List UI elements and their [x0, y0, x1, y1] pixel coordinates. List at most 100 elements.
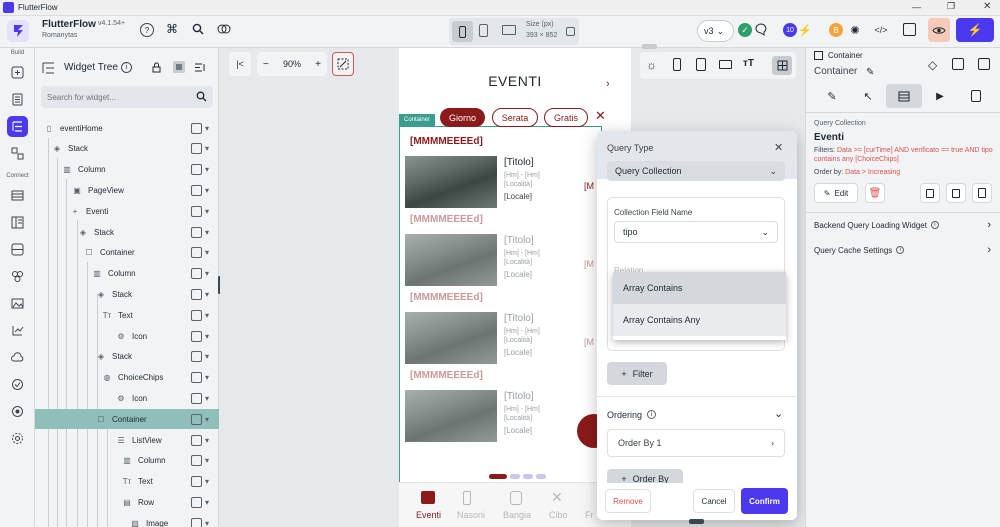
cancel-button[interactable]: Cancel	[693, 489, 735, 513]
widget-tree-icon[interactable]	[7, 116, 28, 137]
collapse-panel-icon[interactable]: |<	[229, 52, 251, 76]
chip-gratis[interactable]: Gratis	[544, 108, 588, 127]
option-array-contains[interactable]: Array Contains	[613, 272, 786, 304]
caret-down-icon[interactable]: ▾	[205, 456, 209, 465]
caret-down-icon[interactable]: ▾	[205, 394, 209, 403]
edit-name-icon[interactable]: ✎	[866, 67, 874, 78]
tree-item-column[interactable]: ▥ Column ▾	[35, 160, 219, 180]
tree-item-image[interactable]: ▨ Image ▾	[35, 513, 219, 527]
caret-down-icon[interactable]: ▾	[205, 311, 209, 320]
search-icon[interactable]	[192, 23, 204, 35]
grid-toggle-icon[interactable]	[772, 56, 792, 75]
option-array-contains-any[interactable]: Array Contains Any	[613, 304, 786, 336]
add-child-icon[interactable]	[190, 413, 202, 425]
check-status-icon[interactable]: ✓	[738, 23, 752, 37]
tests-icon[interactable]	[7, 374, 28, 395]
storage-icon[interactable]	[7, 239, 28, 260]
components-icon[interactable]	[7, 143, 28, 164]
edit-query-button[interactable]: ✎ Edit	[814, 183, 858, 203]
theme-icon[interactable]	[7, 401, 28, 422]
nav-fr[interactable]: Fr	[585, 510, 594, 520]
sort-icon[interactable]	[194, 62, 206, 73]
caret-down-icon[interactable]: ▾	[205, 269, 209, 278]
copy-size-icon[interactable]	[566, 27, 575, 36]
query-settings-icon[interactable]	[972, 183, 992, 203]
calendar-icon[interactable]	[421, 491, 435, 504]
page-indicator-active[interactable]	[489, 474, 507, 479]
info-icon[interactable]: i	[121, 62, 132, 73]
tab-actions-icon[interactable]: ↖	[850, 84, 886, 108]
schema-icon[interactable]	[7, 212, 28, 233]
tree-item-eventihome[interactable]: ▯ eventiHome ▾	[35, 118, 219, 138]
event-image[interactable]	[405, 312, 497, 364]
minimize-icon[interactable]: —	[912, 2, 921, 12]
nav-eventi[interactable]: Eventi	[416, 510, 441, 520]
tree-item-stack[interactable]: ◈ Stack ▾	[35, 347, 219, 367]
maximize-icon[interactable]: ❐	[947, 1, 955, 12]
caret-down-icon[interactable]: ▾	[205, 186, 209, 195]
run-button[interactable]: ⚡	[956, 18, 994, 42]
tree-item-listview[interactable]: ☰ ListView ▾	[35, 430, 219, 450]
caret-down-icon[interactable]: ▾	[205, 165, 209, 174]
cache-settings-row[interactable]: Query Cache Settings i ›	[806, 238, 1000, 262]
desktop-device-icon[interactable]	[502, 25, 516, 35]
event-image[interactable]	[405, 390, 497, 442]
add-child-icon[interactable]	[190, 164, 202, 176]
add-child-icon[interactable]	[190, 143, 202, 155]
chevron-right-icon[interactable]: ›	[606, 78, 610, 90]
media-icon[interactable]	[7, 293, 28, 314]
bug-icon[interactable]: ✺	[848, 23, 862, 37]
version-select[interactable]: v3 ⌄	[697, 20, 734, 42]
chip-serata[interactable]: Serata	[492, 108, 538, 127]
add-child-icon[interactable]	[190, 496, 202, 508]
tab-properties-icon[interactable]: ✎	[814, 84, 850, 108]
nav-cibo[interactable]: Cibo	[549, 510, 568, 520]
tree-item-container[interactable]: ☐ Container ▾	[35, 243, 219, 263]
page-indicator[interactable]	[510, 474, 520, 479]
help-icon[interactable]: ?	[140, 23, 154, 37]
code-icon[interactable]: </>	[873, 23, 889, 37]
api-icon[interactable]	[7, 320, 28, 341]
tree-item-stack[interactable]: ◈ Stack ▾	[35, 284, 219, 304]
caret-down-icon[interactable]: ▾	[205, 248, 209, 257]
caret-down-icon[interactable]: ▾	[205, 290, 209, 299]
query-type-select[interactable]: Query Collection ⌄	[607, 161, 785, 181]
collapse-all-icon[interactable]	[173, 61, 185, 73]
add-widget-icon[interactable]	[7, 62, 28, 83]
collaborator-avatar[interactable]: 10	[783, 23, 797, 37]
tree-item-stack[interactable]: ◈ Stack ▾	[35, 139, 219, 159]
tree-item-text[interactable]: Tт Text ▾	[35, 472, 219, 492]
add-child-icon[interactable]	[190, 309, 202, 321]
device-frame-icon[interactable]	[673, 58, 681, 71]
lock-icon[interactable]	[152, 62, 161, 73]
add-child-icon[interactable]	[190, 288, 202, 300]
tree-item-choicechips[interactable]: ◍ ChoiceChips ▾	[35, 368, 219, 388]
nav-bangia[interactable]: Bangia	[503, 510, 531, 520]
caret-down-icon[interactable]: ▾	[205, 352, 209, 361]
tablet-device-icon[interactable]	[479, 24, 488, 37]
caret-down-icon[interactable]: ▾	[205, 124, 209, 133]
caret-down-icon[interactable]: ▾	[205, 519, 209, 527]
tree-item-text[interactable]: Tт Text ▾	[35, 305, 219, 325]
lightning-icon[interactable]: ⚡	[798, 22, 812, 38]
event-image[interactable]	[405, 156, 497, 208]
tree-item-column[interactable]: ▥ Column ▾	[35, 451, 219, 471]
caret-down-icon[interactable]: ▾	[205, 228, 209, 237]
pages-icon[interactable]	[7, 89, 28, 110]
user-avatar[interactable]: B	[829, 23, 843, 37]
diamond-icon[interactable]: ◇	[928, 58, 937, 72]
caret-down-icon[interactable]: ▾	[205, 332, 209, 341]
page-indicator[interactable]	[523, 474, 533, 479]
add-child-icon[interactable]	[190, 372, 202, 384]
zoom-in-button[interactable]: +	[315, 59, 321, 70]
add-child-icon[interactable]	[190, 476, 202, 488]
caret-down-icon[interactable]: ▾	[205, 436, 209, 445]
fountain-icon[interactable]	[463, 491, 471, 505]
chevron-down-icon[interactable]: ⌄	[774, 407, 783, 420]
tree-item-container[interactable]: ☐ Container ▾	[35, 409, 219, 430]
widget-search[interactable]	[41, 86, 213, 108]
caret-down-icon[interactable]: ▾	[205, 477, 209, 486]
add-child-icon[interactable]	[190, 247, 202, 259]
add-child-icon[interactable]	[190, 330, 202, 342]
command-icon[interactable]: ⌘	[165, 22, 179, 36]
